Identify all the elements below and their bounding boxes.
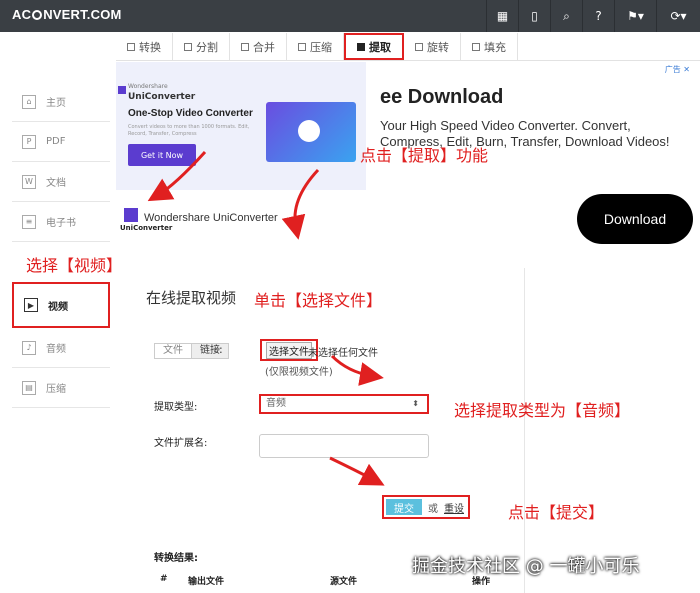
mobile-icon[interactable]: ▯: [518, 0, 550, 32]
ad-small-text: Convert videos to more than 1000 formats…: [128, 124, 250, 137]
sidebar-item-video[interactable]: ▶ 视频: [12, 282, 110, 328]
extension-input[interactable]: [259, 434, 429, 458]
source-toggle: 文件 链接: [154, 343, 229, 359]
tab-divider: [116, 60, 700, 61]
help-icon[interactable]: ?: [582, 0, 614, 32]
tab-file[interactable]: 文件: [155, 344, 191, 358]
extension-label: 文件扩展名:: [154, 438, 208, 449]
video-icon: ▶: [24, 298, 38, 312]
uniconverter-logo-icon: [124, 208, 138, 222]
extract-type-select[interactable]: 音频 ⬍: [259, 394, 429, 414]
ebook-icon: ≡: [22, 214, 36, 229]
tab-rotate[interactable]: 旋转: [404, 33, 461, 60]
annotation-click-submit: 点击【提交】: [508, 503, 605, 522]
reset-link[interactable]: 重设: [444, 500, 464, 515]
get-it-now-button[interactable]: Get it Now: [128, 144, 196, 166]
tab-split[interactable]: 分割: [173, 33, 230, 60]
sidebar-item-pdf[interactable]: P PDF: [12, 122, 110, 162]
select-arrow-icon: ⬍: [412, 399, 419, 408]
play-icon: [298, 120, 320, 142]
sidebar-item-archive[interactable]: ▤ 压缩: [12, 368, 110, 408]
page-title: 在线提取视频: [146, 289, 237, 307]
refresh-icon[interactable]: ⟳▾: [656, 0, 700, 32]
source-colon: :: [219, 343, 223, 356]
advertisement[interactable]: Wondershare UniConverter One-Stop Video C…: [116, 62, 693, 244]
ad-choices[interactable]: 广告 ✕: [665, 64, 690, 75]
laptop-illustration: [266, 102, 356, 162]
or-text: 或: [428, 503, 438, 515]
tab-merge[interactable]: 合并: [230, 33, 287, 60]
file-hint: (仅限视频文件): [265, 367, 333, 378]
word-icon: W: [22, 174, 36, 189]
search-icon[interactable]: ⌕: [550, 0, 582, 32]
uniconverter-logo-text: UniConverter: [120, 224, 173, 232]
ad-sub-brand: Wondershare UniConverter: [144, 212, 278, 224]
ad-title: ee Download: [380, 86, 504, 108]
site-logo[interactable]: AC NVERT.COM: [12, 7, 122, 22]
tab-fill[interactable]: 填充: [461, 33, 518, 60]
ad-tagline: One-Stop Video Converter: [128, 108, 253, 119]
sidebar-item-ebook[interactable]: ≡ 电子书: [12, 202, 110, 242]
home-icon: ⌂: [22, 94, 36, 109]
checkbox-icon: [127, 42, 135, 51]
no-file-text: 未选择任何文件: [308, 348, 378, 359]
sidebar: ⌂ 主页 P PDF W 文档 ≡ 电子书 ▶ 视频 ♪ 音频 ▤ 压缩: [12, 82, 110, 408]
checkbox-icon: [241, 42, 249, 51]
extract-type-label: 提取类型:: [154, 402, 198, 413]
checkbox-icon: [357, 42, 365, 51]
choose-file-button[interactable]: 选择文件: [266, 341, 312, 359]
ad-download-button[interactable]: Download: [577, 194, 693, 244]
annotation-select-type: 选择提取类型为【音频】: [454, 401, 631, 420]
language-icon[interactable]: ⚑▾: [614, 0, 656, 32]
ad-image: Wondershare UniConverter One-Stop Video C…: [116, 62, 366, 190]
grid-icon[interactable]: ▦: [486, 0, 518, 32]
audio-icon: ♪: [22, 340, 36, 355]
tool-tabs: 转换 分割 合并 压缩 提取 旋转 填充: [116, 33, 518, 60]
annotation-select-video: 选择【视频】: [26, 256, 123, 275]
logo-gear-icon: [32, 10, 43, 20]
col-source: 源文件: [330, 577, 358, 587]
column-divider: [524, 268, 525, 593]
col-hash: #: [160, 574, 168, 584]
checkbox-icon: [184, 42, 192, 51]
col-output: 输出文件: [188, 577, 225, 587]
watermark: 掘金技术社区 @ 一罐小可乐: [412, 556, 640, 577]
checkbox-icon: [472, 42, 480, 51]
archive-icon: ▤: [22, 380, 36, 395]
annotation-click-choose: 单击【选择文件】: [254, 291, 383, 310]
wondershare-logo-icon: [118, 86, 126, 94]
tab-convert[interactable]: 转换: [116, 33, 173, 60]
top-bar: AC NVERT.COM ▦ ▯ ⌕ ? ⚑▾ ⟳▾: [0, 0, 700, 32]
submit-group: 提交 或 重设: [382, 495, 470, 519]
checkbox-icon: [415, 42, 423, 51]
tab-extract[interactable]: 提取: [344, 33, 404, 60]
pdf-icon: P: [22, 134, 36, 149]
annotation-click-extract: 点击【提取】功能: [360, 146, 489, 165]
checkbox-icon: [298, 42, 306, 51]
result-label: 转换结果:: [154, 553, 198, 564]
submit-button[interactable]: 提交: [386, 499, 422, 515]
sidebar-item-document[interactable]: W 文档: [12, 162, 110, 202]
arrow-to-nofile: [330, 354, 384, 386]
nav-icons: ▦ ▯ ⌕ ? ⚑▾ ⟳▾: [486, 0, 700, 32]
tab-compress[interactable]: 压缩: [287, 33, 344, 60]
sidebar-item-audio[interactable]: ♪ 音频: [12, 328, 110, 368]
arrow-to-submit: [329, 456, 385, 486]
sidebar-item-home[interactable]: ⌂ 主页: [12, 82, 110, 122]
